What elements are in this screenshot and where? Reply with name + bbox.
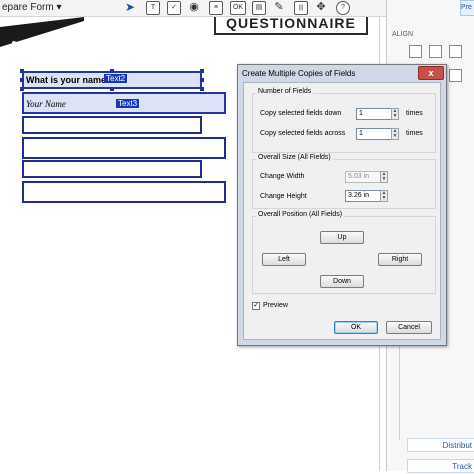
questionnaire-banner: QUESTIONNAIRE [214, 17, 368, 35]
field-name-tag: Text3 [116, 99, 140, 108]
pointer-icon[interactable]: ➤ [124, 1, 136, 13]
field-label: Your Name [26, 99, 66, 109]
create-multiple-copies-dialog: Create Multiple Copies of Fields x Numbe… [237, 64, 447, 346]
copies-across-stepper[interactable]: ▲ ▼ [391, 128, 399, 140]
resize-handle[interactable] [110, 87, 114, 91]
resize-handle[interactable] [20, 78, 24, 82]
pin-icon[interactable]: ✥ [315, 1, 327, 13]
copies-across-label: Copy selected fields across [260, 130, 346, 137]
decorative-shape [0, 17, 84, 47]
dropdown-icon[interactable]: ▤ [252, 1, 266, 15]
times-label: times [406, 110, 423, 117]
align-bottom-icon[interactable] [449, 69, 462, 82]
resize-handle[interactable] [200, 87, 204, 91]
checkbox-icon[interactable]: ✓ [167, 1, 181, 15]
field-label: What is your name? [26, 75, 112, 85]
resize-handle[interactable] [110, 69, 114, 73]
toolbar: epare Form ▾ ➤ T ✓ ◉ ≡ OK ▤ ✎ ||| ✥ ? [0, 0, 390, 17]
prepare-form-title[interactable]: epare Form ▾ [2, 2, 62, 13]
close-icon[interactable]: x [418, 66, 444, 80]
text-field-copy[interactable] [22, 137, 226, 159]
overall-size-title: Overall Size (All Fields) [256, 154, 333, 161]
align-header: ALIGN [392, 31, 414, 38]
copies-down-label: Copy selected fields down [260, 110, 342, 117]
align-center-icon[interactable] [429, 45, 442, 58]
overall-position-title: Overall Position (All Fields) [256, 211, 345, 218]
barcode-icon[interactable]: ||| [294, 1, 308, 15]
align-right-icon[interactable] [449, 45, 462, 58]
prepare-button[interactable]: Pre [460, 0, 474, 16]
height-stepper[interactable]: ▲ ▼ [380, 190, 388, 202]
copies-down-stepper[interactable]: ▲ ▼ [391, 108, 399, 120]
text-field-copy[interactable] [22, 116, 202, 134]
move-up-button[interactable]: Up [320, 231, 364, 244]
number-of-fields-title: Number of Fields [256, 88, 314, 95]
signature-icon[interactable]: ✎ [273, 1, 285, 13]
preview-checkbox[interactable]: ✓ [252, 302, 260, 310]
overall-size-group [252, 159, 436, 209]
chevron-down-icon: ▾ [56, 2, 62, 13]
text-field-copy[interactable] [22, 181, 226, 203]
width-label: Change Width [260, 173, 305, 180]
help-icon[interactable]: ? [336, 1, 350, 15]
radio-button-icon[interactable]: ◉ [188, 1, 200, 13]
dialog-body: Number of Fields Copy selected fields do… [243, 82, 441, 340]
dialog-title: Create Multiple Copies of Fields [242, 69, 356, 78]
preview-label: Preview [263, 302, 288, 309]
distribute-tab[interactable]: Distribut [407, 438, 474, 452]
prepare-form-label: epare Form [2, 2, 54, 13]
resize-handle[interactable] [20, 69, 24, 73]
text-field-copy[interactable] [22, 160, 202, 178]
resize-handle[interactable] [20, 87, 24, 91]
move-left-button[interactable]: Left [262, 253, 306, 266]
height-label: Change Height [260, 193, 307, 200]
align-left-icon[interactable] [409, 45, 422, 58]
resize-handle[interactable] [200, 78, 204, 82]
ok-button[interactable]: OK [334, 321, 378, 334]
move-down-button[interactable]: Down [320, 275, 364, 288]
move-right-button[interactable]: Right [378, 253, 422, 266]
number-of-fields-group [252, 93, 436, 153]
times-label: times [406, 130, 423, 137]
width-input[interactable]: 5.03 in [345, 171, 381, 183]
height-input[interactable]: 3.26 in [345, 190, 381, 202]
text-field-your-name[interactable]: Your Name Text3 [22, 92, 226, 114]
width-stepper[interactable]: ▲ ▼ [380, 171, 388, 183]
copies-down-input[interactable]: 1 [356, 108, 392, 120]
field-name-tag: Text2 [104, 74, 128, 83]
text-field-icon[interactable]: T [146, 1, 160, 15]
cancel-button[interactable]: Cancel [386, 321, 432, 334]
list-box-icon[interactable]: ≡ [209, 1, 223, 15]
copies-across-input[interactable]: 1 [356, 128, 392, 140]
resize-handle[interactable] [200, 69, 204, 73]
button-icon[interactable]: OK [230, 1, 246, 15]
